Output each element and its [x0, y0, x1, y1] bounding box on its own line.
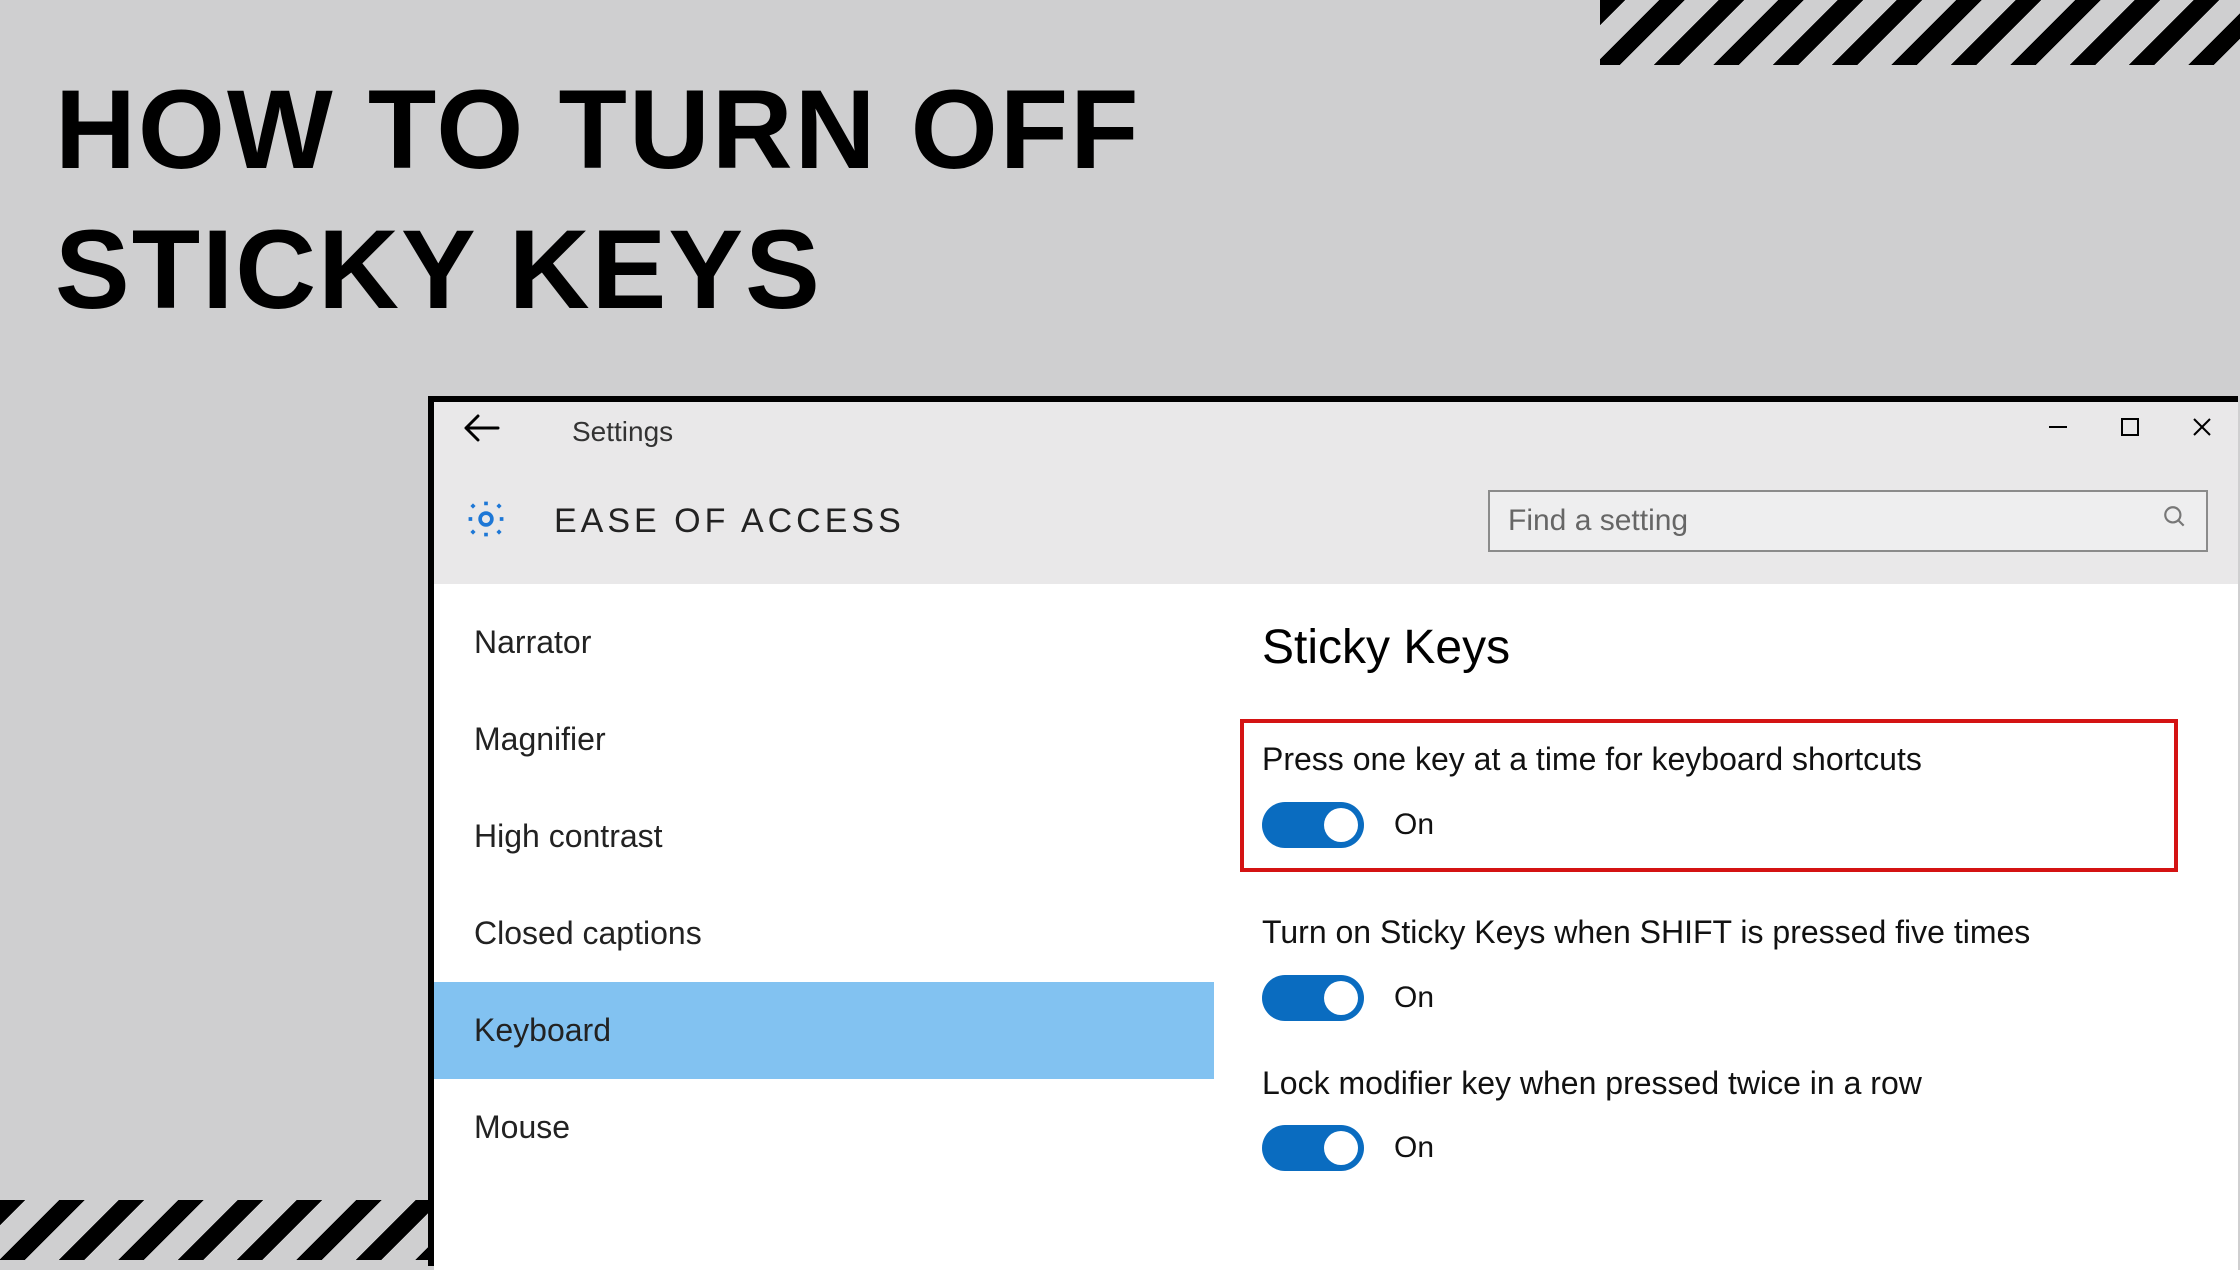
content-pane: Sticky Keys Press one key at a time for … — [1214, 584, 2238, 1270]
lock-modifier-toggle[interactable] — [1262, 1125, 1364, 1171]
sidebar-item-magnifier[interactable]: Magnifier — [434, 691, 1214, 788]
sidebar-item-label: Keyboard — [474, 1012, 611, 1048]
settings-window: Settings EASE OF ACCESS Find a setting — [428, 396, 2238, 1266]
setting-label: Press one key at a time for keyboard sho… — [1262, 737, 2156, 782]
content-heading: Sticky Keys — [1262, 620, 2178, 675]
close-button[interactable] — [2166, 402, 2238, 452]
search-placeholder-text: Find a setting — [1508, 504, 1688, 538]
sidebar-item-label: Mouse — [474, 1109, 570, 1145]
article-headline: HOW TO TURN OFF STICKY KEYS — [55, 60, 1141, 340]
setting-label: Turn on Sticky Keys when SHIFT is presse… — [1262, 910, 2178, 955]
toggle-state: On — [1394, 1131, 1434, 1165]
window-controls — [2022, 402, 2238, 452]
window-title: Settings — [572, 416, 673, 448]
highlighted-setting: Press one key at a time for keyboard sho… — [1240, 719, 2178, 872]
section-title: EASE OF ACCESS — [554, 502, 905, 541]
decorative-stripes-bottom — [0, 1200, 460, 1260]
titlebar: Settings — [434, 402, 2238, 462]
search-icon — [2162, 504, 2188, 538]
sticky-keys-toggle[interactable] — [1262, 802, 1364, 848]
minimize-button[interactable] — [2022, 402, 2094, 452]
setting-label: Lock modifier key when pressed twice in … — [1262, 1061, 2178, 1106]
toggle-state: On — [1394, 808, 1434, 842]
sidebar-item-mouse[interactable]: Mouse — [434, 1079, 1214, 1176]
sidebar-item-label: Narrator — [474, 624, 591, 660]
search-input[interactable]: Find a setting — [1488, 490, 2208, 552]
sidebar-item-label: High contrast — [474, 818, 663, 854]
sidebar-item-narrator[interactable]: Narrator — [434, 594, 1214, 691]
sidebar: Narrator Magnifier High contrast Closed … — [434, 584, 1214, 1270]
sidebar-item-label: Magnifier — [474, 721, 606, 757]
sidebar-item-keyboard[interactable]: Keyboard — [434, 982, 1214, 1079]
toggle-state: On — [1394, 981, 1434, 1015]
decorative-stripes-top — [1600, 0, 2240, 65]
sidebar-item-closed-captions[interactable]: Closed captions — [434, 885, 1214, 982]
section-header: EASE OF ACCESS Find a setting — [434, 462, 2238, 584]
back-arrow-icon[interactable] — [464, 413, 500, 452]
gear-icon — [464, 497, 508, 546]
settings-body: Narrator Magnifier High contrast Closed … — [434, 584, 2238, 1270]
maximize-button[interactable] — [2094, 402, 2166, 452]
sidebar-item-label: Closed captions — [474, 915, 702, 951]
sidebar-item-high-contrast[interactable]: High contrast — [434, 788, 1214, 885]
shift-five-toggle[interactable] — [1262, 975, 1364, 1021]
